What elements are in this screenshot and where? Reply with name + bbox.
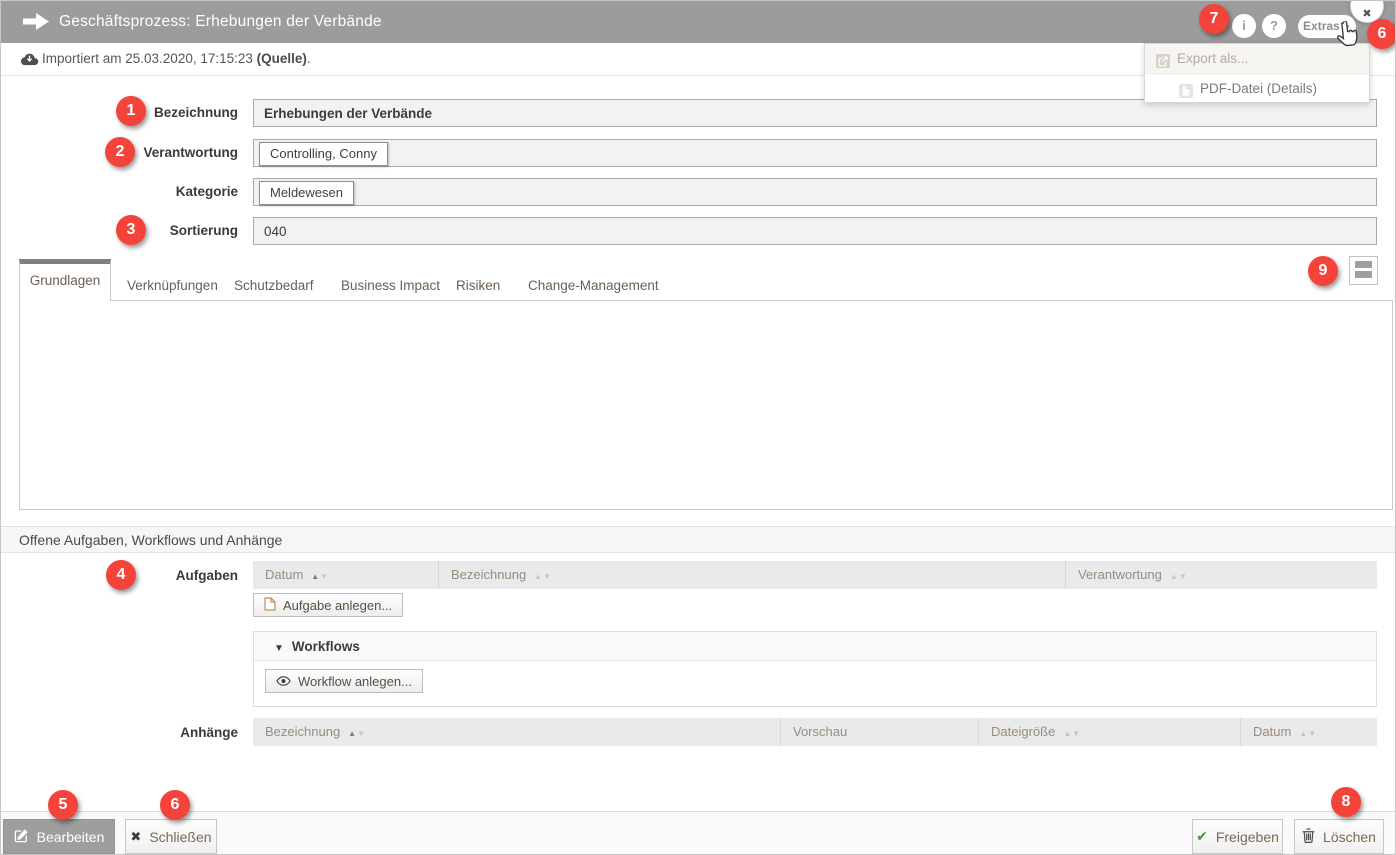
title-bar: Geschäftsprozess: Erhebungen der Verbänd…	[1, 1, 1395, 43]
sort-desc-icon: ▼	[543, 572, 553, 581]
cloud-download-icon	[20, 52, 39, 71]
list-icon	[1350, 261, 1377, 278]
annotation-badge-4: 4	[106, 560, 136, 590]
sortierung-input[interactable]	[253, 217, 1377, 245]
tab-business-impact[interactable]: Business Impact	[341, 278, 440, 293]
kategorie-chip[interactable]: Meldewesen	[259, 181, 354, 205]
aufgaben-label: Aufgaben	[175, 568, 238, 583]
tab-change-management[interactable]: Change-Management	[528, 278, 659, 293]
verantwortung-field[interactable]: Controlling, Conny	[253, 139, 1377, 167]
tab-schutzbedarf[interactable]: Schutzbedarf	[234, 278, 314, 293]
column-header-dateigroesse[interactable]: Dateigröße ▲▼	[979, 718, 1241, 746]
section-header-offene-aufgaben: Offene Aufgaben, Workflows und Anhänge	[1, 526, 1395, 553]
collapse-arrow-icon: ▼	[274, 643, 284, 654]
menu-item-pdf-details[interactable]: PDF-Datei (Details)	[1145, 73, 1369, 102]
trash-icon	[1302, 827, 1315, 846]
aufgaben-table-header: Datum ▲▼ Bezeichnung ▲▼ Verantwortung ▲▼	[253, 561, 1377, 589]
edit-pencil-icon	[14, 828, 29, 846]
menu-item-label: Export als...	[1177, 51, 1249, 66]
kategorie-label: Kategorie	[175, 184, 238, 199]
anhaenge-label: Anhänge	[180, 725, 238, 740]
schliessen-button[interactable]: ✖ Schließen	[125, 819, 217, 854]
info-icon: i	[1242, 18, 1246, 33]
sort-asc-icon: ▲	[534, 572, 544, 581]
section-title: Offene Aufgaben, Workflows und Anhänge	[19, 532, 283, 548]
hand-cursor-icon	[1334, 20, 1361, 55]
annotation-badge-1: 1	[116, 96, 146, 126]
sort-asc-icon: ▲	[1063, 729, 1073, 738]
menu-item-export-als: Export als...	[1145, 44, 1369, 73]
workflow-anlegen-button[interactable]: Workflow anlegen...	[265, 669, 423, 693]
annotation-badge-7: 7	[1199, 4, 1229, 34]
annotation-badge-2: 2	[105, 137, 135, 167]
sort-asc-icon: ▲	[311, 572, 321, 581]
sort-icons: ▲▼	[1170, 572, 1188, 581]
new-document-icon	[264, 596, 276, 614]
sort-desc-icon: ▼	[320, 572, 330, 581]
verantwortung-chip[interactable]: Controlling, Conny	[259, 142, 388, 166]
column-header-datum[interactable]: Datum ▲▼	[253, 561, 439, 589]
annotation-badge-6-bottom: 6	[160, 790, 190, 820]
bezeichnung-label: Bezeichnung	[153, 105, 238, 120]
column-header-bezeichnung[interactable]: Bezeichnung ▲▼	[253, 718, 781, 746]
loeschen-button[interactable]: Löschen	[1294, 819, 1384, 854]
close-icon: ✖	[1362, 8, 1372, 20]
column-header-verantwortung[interactable]: Verantwortung ▲▼	[1066, 561, 1377, 589]
bearbeiten-button[interactable]: Bearbeiten	[3, 819, 115, 854]
sort-asc-icon: ▲	[348, 729, 358, 738]
verantwortung-label: Verantwortung	[143, 145, 238, 160]
sortierung-label: Sortierung	[169, 223, 238, 238]
extras-menu: Export als... PDF-Datei (Details)	[1144, 43, 1370, 103]
column-header-bezeichnung[interactable]: Bezeichnung ▲▼	[439, 561, 1066, 589]
sort-icons: ▲▼	[1299, 729, 1317, 738]
sort-desc-icon: ▼	[1178, 572, 1188, 581]
tab-risiken[interactable]: Risiken	[456, 278, 500, 293]
pdf-file-icon	[1178, 80, 1194, 109]
column-header-vorschau: Vorschau	[781, 718, 979, 746]
import-info-text: Importiert am 25.03.2020, 17:15:23 (Quel…	[42, 51, 311, 66]
eye-icon	[276, 674, 291, 689]
process-arrow-icon	[23, 13, 49, 35]
info-button[interactable]: i	[1232, 14, 1256, 38]
annotation-badge-8: 8	[1331, 787, 1361, 817]
bezeichnung-input[interactable]	[253, 99, 1377, 127]
freigeben-button[interactable]: ✔ Freigeben	[1192, 819, 1283, 854]
column-header-datum[interactable]: Datum ▲▼	[1241, 718, 1377, 746]
sort-asc-icon: ▲	[1299, 729, 1309, 738]
checkmark-icon: ✔	[1196, 828, 1208, 844]
annotation-badge-5: 5	[48, 790, 78, 820]
anhaenge-table-header: Bezeichnung ▲▼ Vorschau Dateigröße ▲▼ Datu…	[253, 718, 1377, 746]
help-icon: ?	[1270, 18, 1278, 33]
sort-asc-icon: ▲	[1169, 572, 1179, 581]
sort-desc-icon: ▼	[1072, 729, 1082, 738]
aufgabe-anlegen-button[interactable]: Aufgabe anlegen...	[253, 593, 404, 617]
sort-desc-icon: ▼	[1308, 729, 1318, 738]
tab-verknuepfungen[interactable]: Verknüpfungen	[127, 278, 218, 293]
grundlagen-panel	[19, 300, 1393, 510]
close-x-icon: ✖	[130, 828, 142, 844]
annotation-badge-6-top: 6	[1367, 19, 1395, 49]
help-button[interactable]: ?	[1262, 14, 1286, 38]
kategorie-field[interactable]: Meldewesen	[253, 178, 1377, 206]
annotation-badge-3: 3	[116, 215, 146, 245]
geschaeftsprozess-dialog: Geschäftsprozess: Erhebungen der Verbänd…	[0, 0, 1396, 855]
sort-icons: ▲▼	[534, 572, 552, 581]
workflows-collapse-header[interactable]: ▼ Workflows	[254, 632, 1376, 661]
annotation-badge-9: 9	[1308, 256, 1338, 286]
tab-grundlagen[interactable]: Grundlagen	[19, 259, 111, 301]
sort-desc-icon: ▼	[357, 729, 367, 738]
sort-icons: ▲▼	[1063, 729, 1081, 738]
sort-icons: ▲▼	[311, 572, 329, 581]
menu-item-label: PDF-Datei (Details)	[1200, 81, 1318, 96]
sort-icons: ▲▼	[348, 729, 366, 738]
page-title: Geschäftsprozess: Erhebungen der Verbänd…	[59, 13, 382, 30]
list-view-toggle[interactable]	[1349, 256, 1378, 285]
